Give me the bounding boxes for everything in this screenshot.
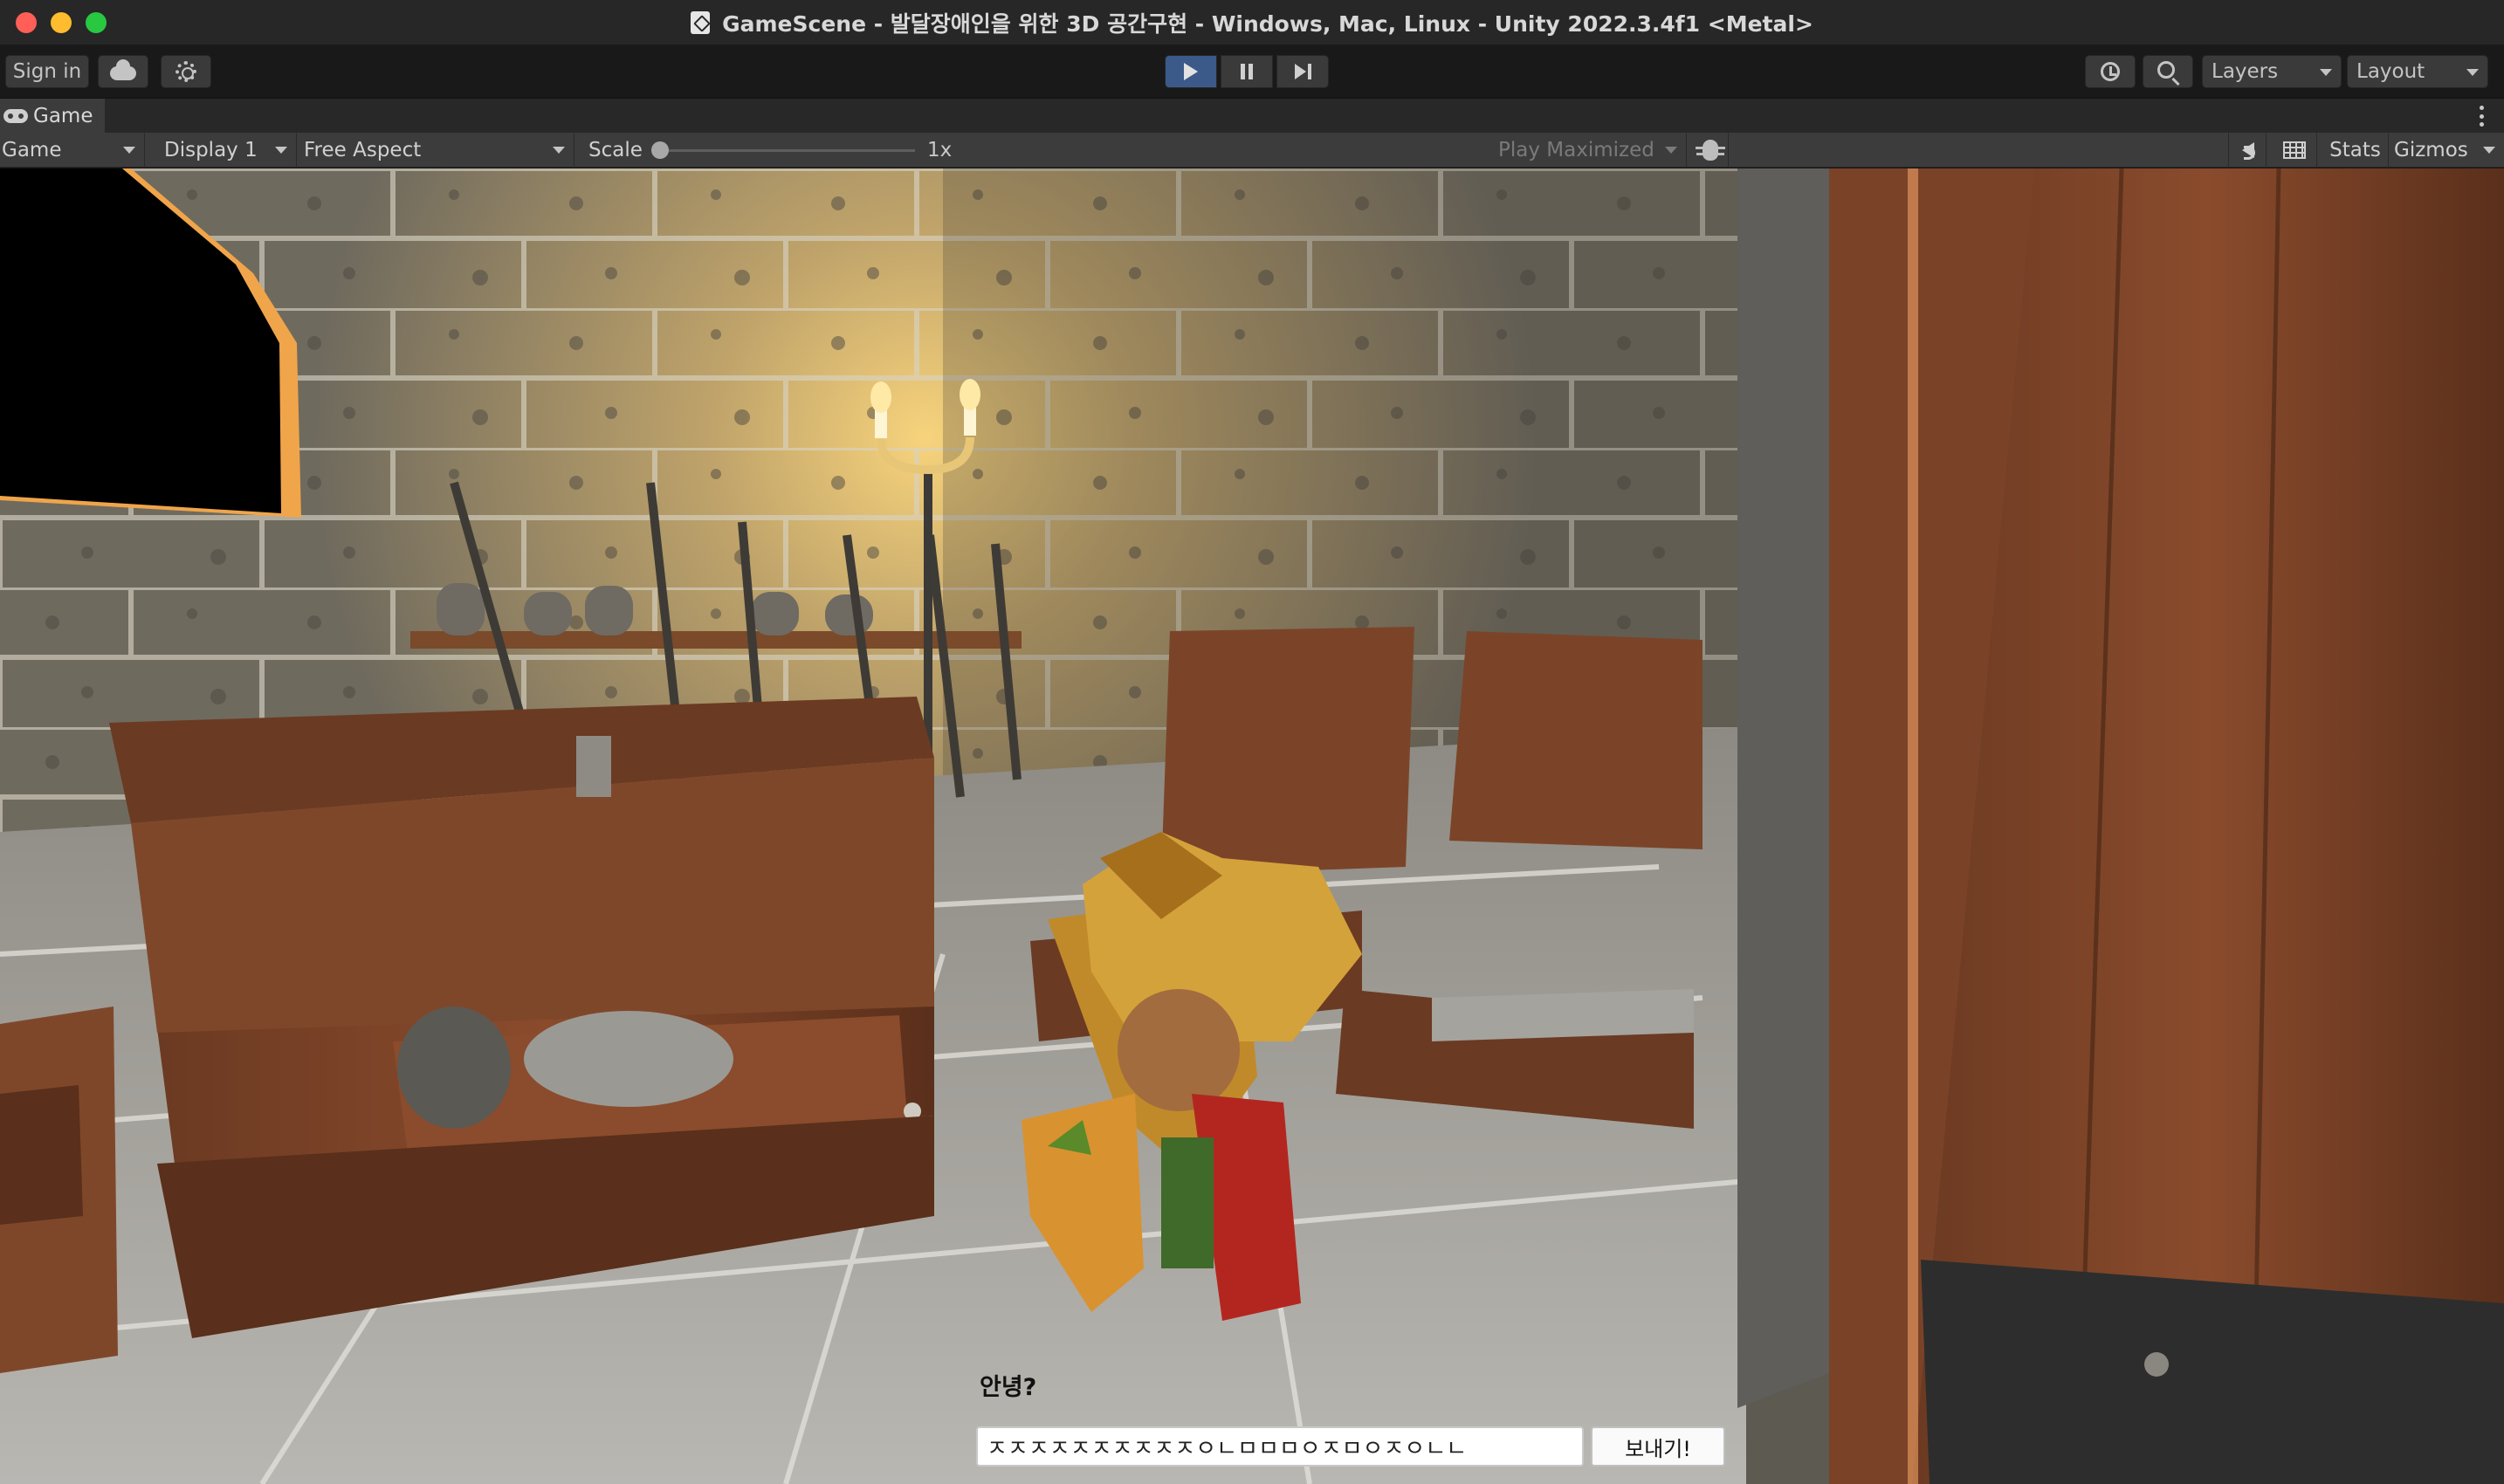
chevron-down-icon xyxy=(2320,69,2332,76)
chevron-down-icon xyxy=(1665,147,1677,154)
chat-input[interactable] xyxy=(976,1426,1584,1467)
chevron-down-icon xyxy=(2483,147,2495,154)
search-button[interactable] xyxy=(2143,55,2193,88)
window-title-bar: GameScene - 발달장애인을 위한 3D 공간구현 - Windows,… xyxy=(0,0,2504,45)
scale-control: Scale xyxy=(580,133,946,168)
view-type-dropdown[interactable]: Game xyxy=(0,133,145,168)
chevron-down-icon xyxy=(275,147,287,154)
chevron-down-icon xyxy=(553,147,565,154)
play-mode-label: Play Maximized xyxy=(1498,139,1654,161)
play-controls xyxy=(1165,55,1329,88)
step-icon xyxy=(1294,64,1311,79)
mute-audio-button[interactable] xyxy=(2228,133,2267,168)
aspect-dropdown[interactable]: Free Aspect xyxy=(297,133,574,168)
stats-button[interactable]: Stats xyxy=(2321,133,2389,168)
collab-button[interactable] xyxy=(161,55,211,88)
cloud-button[interactable] xyxy=(98,55,148,88)
tab-game-label: Game xyxy=(33,105,93,127)
view-type-label: Game xyxy=(2,139,62,161)
scene-render xyxy=(0,168,2504,1484)
play-mode-dropdown[interactable]: Play Maximized xyxy=(1493,133,1687,168)
game-view-control-bar: Game Display 1 Free Aspect Scale Play Ma… xyxy=(0,133,2504,168)
gizmos-label: Gizmos xyxy=(2394,139,2468,161)
gear-icon xyxy=(175,61,196,82)
scale-slider-thumb[interactable] xyxy=(651,141,669,159)
wooden-door xyxy=(1829,168,2504,1484)
search-icon xyxy=(2157,61,2175,79)
play-button[interactable] xyxy=(1165,55,1217,88)
tab-game[interactable]: Game xyxy=(0,99,105,134)
debug-button[interactable] xyxy=(1690,133,1729,168)
step-button[interactable] xyxy=(1276,55,1329,88)
layers-label: Layers xyxy=(2212,60,2279,83)
chevron-down-icon xyxy=(2466,69,2479,76)
aspect-label: Free Aspect xyxy=(304,139,422,161)
chevron-down-icon xyxy=(123,147,135,154)
npc-greeting-text: 안녕? xyxy=(980,1374,1037,1401)
undo-history-button[interactable] xyxy=(2085,55,2136,88)
main-toolbar: Sign in Layers Layout xyxy=(0,45,2504,98)
panel-tab-bar: Game xyxy=(0,98,2504,134)
game-viewport[interactable] xyxy=(0,168,2504,1484)
sign-in-button[interactable]: Sign in xyxy=(5,55,89,88)
gizmos-dropdown[interactable]: Gizmos xyxy=(2389,133,2504,168)
panel-menu-icon[interactable] xyxy=(2480,106,2485,127)
title-wrap: GameScene - 발달장애인을 위한 3D 공간구현 - Windows,… xyxy=(0,0,2504,45)
gamepad-icon xyxy=(3,109,28,123)
stone-pillar xyxy=(1737,168,1829,1408)
layers-dropdown[interactable]: Layers xyxy=(2202,55,2342,88)
display-label: Display 1 xyxy=(164,139,258,161)
grid-icon xyxy=(2282,141,2306,159)
grid-toggle-button[interactable] xyxy=(2270,133,2317,168)
layout-label: Layout xyxy=(2356,60,2425,83)
pause-icon xyxy=(1241,64,1253,79)
speaker-icon xyxy=(2242,142,2255,160)
unity-document-icon xyxy=(691,11,711,34)
bug-icon xyxy=(1695,140,1725,161)
window-title: GameScene - 발달장애인을 위한 3D 공간구현 - Windows,… xyxy=(722,11,1813,37)
history-icon xyxy=(2101,62,2120,81)
scale-slider-track[interactable] xyxy=(662,149,915,152)
layout-dropdown[interactable]: Layout xyxy=(2347,55,2488,88)
scale-value: 1x xyxy=(927,139,953,161)
display-dropdown[interactable]: Display 1 xyxy=(152,133,297,168)
pause-button[interactable] xyxy=(1221,55,1273,88)
scale-label: Scale xyxy=(588,139,643,161)
send-button[interactable]: 보내기! xyxy=(1591,1426,1725,1467)
play-icon xyxy=(1184,63,1198,80)
cloud-icon xyxy=(110,59,136,80)
